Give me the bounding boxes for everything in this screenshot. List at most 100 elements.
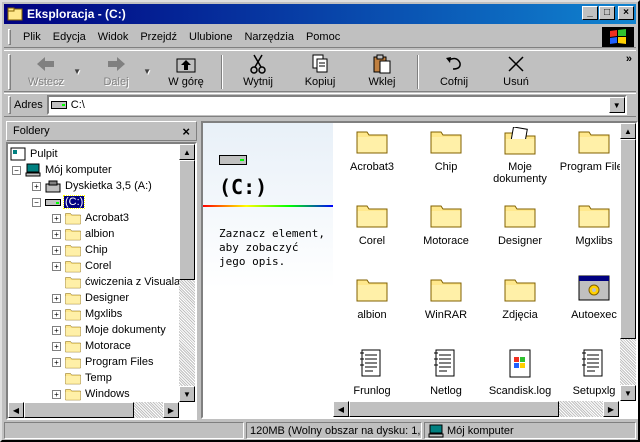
paste-button[interactable]: Wklej [351,51,413,91]
collapse-toggle[interactable]: − [32,197,41,207]
menu-edit[interactable]: Edycja [47,31,92,43]
addressbar-grip[interactable] [8,96,11,114]
tree-item-folder[interactable]: + Mgxlibs [52,306,123,322]
tree-item-drive-c[interactable]: − (C:) [32,194,86,210]
file-item-label: Autoexec [571,309,617,321]
up-button[interactable]: W górę [155,51,217,91]
tree-item-folder[interactable]: + Windows [52,386,131,402]
tree-item-folder[interactable]: ćwiczenia z Visuala [52,274,181,290]
delete-button[interactable]: Usuń [485,51,547,91]
close-button[interactable]: × [618,6,634,20]
address-dropdown-icon[interactable]: ▼ [608,97,625,113]
tree-item-folder[interactable]: + Motorace [52,338,132,354]
scroll-left-icon[interactable]: ◀ [333,401,349,417]
tree-item-my-computer[interactable]: − Mój komputer [12,162,113,178]
cut-button[interactable]: Wytnij [227,51,289,91]
tree-item-folder[interactable]: + Designer [52,290,130,306]
expand-toggle[interactable]: + [52,341,61,351]
expand-toggle[interactable]: + [52,357,61,367]
tree-horizontal-scrollbar[interactable]: ◀ ▶ [8,402,179,418]
file-item[interactable]: Frunlog [335,349,409,397]
scroll-track[interactable] [24,402,163,418]
expand-toggle[interactable]: + [32,181,41,191]
file-item[interactable]: Acrobat3 [335,127,409,173]
toolbar-more-button[interactable]: » [626,53,632,65]
file-item[interactable]: Zdjęcia [483,275,557,321]
scroll-down-icon[interactable]: ▼ [620,385,636,401]
menu-go[interactable]: Przejdź [134,31,183,43]
folder-icon [65,277,81,289]
tree-item-folder[interactable]: + albion [52,226,115,242]
tree-item-folder[interactable]: + Corel [52,258,112,274]
tree-item-folder[interactable]: + Chip [52,242,109,258]
scroll-up-icon[interactable]: ▲ [620,123,636,139]
tree-vertical-scrollbar[interactable]: ▲ ▼ [179,144,195,402]
menu-tools[interactable]: Narzędzia [238,31,300,43]
forward-dropdown-icon[interactable]: ▼ [143,67,151,76]
expand-toggle[interactable]: + [52,293,61,303]
address-input[interactable]: C:\ ▼ [46,95,627,115]
tree-item-desktop[interactable]: Pulpit [10,146,59,162]
file-item[interactable]: Scandisk.log [483,349,557,397]
expand-toggle[interactable]: + [52,245,61,255]
scroll-thumb[interactable] [179,160,195,280]
file-item[interactable]: Netlog [409,349,483,397]
expand-toggle[interactable]: + [52,325,61,335]
minimize-button[interactable]: _ [582,6,598,20]
undo-button[interactable]: Cofnij [423,51,485,91]
menubar-grip[interactable] [8,28,11,45]
delete-x-icon [508,56,524,72]
tree-item-floppy[interactable]: + Dyskietka 3,5 (A:) [32,178,153,194]
menu-file[interactable]: Plik [17,31,47,43]
paste-label: Wklej [368,76,396,88]
title-buttons: _ □ × [581,6,634,20]
file-item[interactable]: Motorace [409,201,483,247]
file-item[interactable]: Chip [409,127,483,173]
tree-item-folder[interactable]: + Moje dokumenty [52,322,167,338]
menu-view[interactable]: Widok [92,31,135,43]
expand-toggle[interactable]: + [52,309,61,319]
tree-item-label: Chip [85,244,108,256]
toolbar-grip[interactable] [8,54,11,90]
back-dropdown-icon[interactable]: ▼ [73,67,81,76]
scroll-right-icon[interactable]: ▶ [163,402,179,418]
expand-toggle[interactable]: + [52,389,61,399]
contents-horizontal-scrollbar[interactable]: ◀ ▶ [333,401,619,417]
scroll-thumb[interactable] [24,402,134,418]
scroll-down-icon[interactable]: ▼ [179,386,195,402]
scroll-up-icon[interactable]: ▲ [179,144,195,160]
file-item[interactable]: WinRAR [409,275,483,321]
file-item[interactable]: Corel [335,201,409,247]
scroll-right-icon[interactable]: ▶ [603,401,619,417]
tree-item-folder[interactable]: Temp [52,370,113,386]
menu-favorites[interactable]: Ulubione [183,31,238,43]
forward-button[interactable]: Dalej ▼ [85,51,151,91]
scroll-thumb[interactable] [620,139,636,339]
back-button[interactable]: Wstecz ▼ [15,51,81,91]
scroll-thumb[interactable] [349,401,559,417]
folders-pane-close-button[interactable]: × [182,124,190,139]
maximize-button[interactable]: □ [599,6,615,20]
tree-item-folder[interactable]: + Program Files [52,354,154,370]
file-item[interactable]: Moje dokumenty [483,127,557,185]
tree-item-label: Temp [85,372,112,384]
file-item-label: Setupxlg [572,385,616,397]
file-item[interactable]: albion [335,275,409,321]
file-item-label: albion [357,309,387,321]
drive-icon [219,155,247,165]
tree-item-folder[interactable]: + Acrobat3 [52,210,130,226]
scroll-left-icon[interactable]: ◀ [8,402,24,418]
expand-toggle[interactable]: + [52,261,61,271]
up-label: W górę [168,76,204,88]
collapse-toggle[interactable]: − [12,165,21,175]
file-item[interactable]: Designer [483,201,557,247]
contents-vertical-scrollbar[interactable]: ▲ ▼ [620,123,636,401]
menu-help[interactable]: Pomoc [300,31,346,43]
scroll-track[interactable] [620,139,636,385]
copy-button[interactable]: Kopiuj [289,51,351,91]
expand-toggle[interactable]: + [52,213,61,223]
title-bar[interactable]: Eksploracja - (C:) _ □ × [4,4,636,24]
scroll-track[interactable] [179,160,195,386]
scroll-track[interactable] [349,401,603,417]
expand-toggle[interactable]: + [52,229,61,239]
